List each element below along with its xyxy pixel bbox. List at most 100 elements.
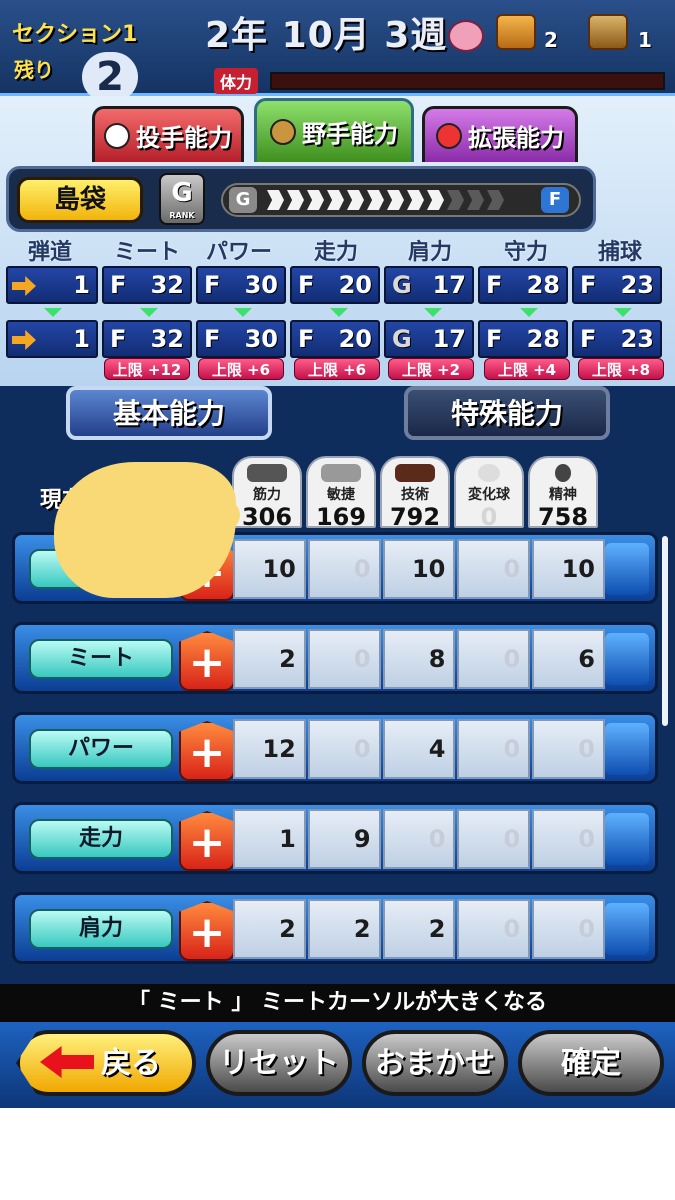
reset-button[interactable]: リセット [206, 1030, 352, 1096]
rank-chevron [407, 190, 424, 210]
redaction-mark [54, 462, 236, 598]
limit-badge: 上限 +6 [198, 358, 284, 380]
down-arrow-icon [234, 308, 252, 317]
date-display: 2年 10月 3週 [205, 15, 448, 56]
attribute-button[interactable]: 走力 [29, 819, 173, 859]
rank-chevron [267, 190, 284, 210]
tab-pitcher-ability[interactable]: 投手能力 [92, 106, 244, 162]
rank-chevron [287, 190, 304, 210]
rank-chevron [387, 190, 404, 210]
plus-button[interactable] [179, 901, 235, 961]
exp-points: 306 [241, 503, 293, 531]
stat-value: 32 [150, 271, 184, 299]
stat-header: 守力 [504, 240, 549, 265]
cost-cell: 10 [382, 539, 456, 599]
treasure-chest-gold-icon [496, 14, 536, 50]
cost-cells: 10 0 10 0 10 [233, 539, 605, 599]
stat-grade: F [298, 325, 315, 353]
cost-cell: 10 [233, 539, 306, 599]
tab-fielder-ability[interactable]: 野手能力 [254, 98, 414, 162]
cost-cell: 9 [307, 809, 381, 869]
cost-cell: 0 [532, 809, 605, 869]
stat-cell-trajectory: 1 [6, 320, 98, 358]
attribute-button[interactable]: ミート [29, 639, 173, 679]
stat-grade: F [110, 271, 127, 299]
tab-extended-ability[interactable]: 拡張能力 [422, 106, 578, 162]
confirm-button[interactable]: 確定 [518, 1030, 664, 1096]
cost-cells: 12 0 4 0 0 [233, 719, 605, 779]
attribute-row-meet: ミート 2 0 8 0 6 [12, 622, 658, 694]
remaining-label: 残り [14, 58, 54, 82]
stat-value: 30 [244, 271, 278, 299]
plus-button[interactable] [179, 721, 235, 781]
rank-chevron [427, 190, 444, 210]
section-label: セクション1 [12, 22, 138, 47]
stat-header: 走力 [314, 240, 359, 265]
stat-cell-catching: F 23 [572, 320, 662, 358]
down-arrow-icon [520, 308, 538, 317]
cost-cells: 1 9 0 0 0 [233, 809, 605, 869]
limit-badge: 上限 +12 [104, 358, 190, 380]
rank-letter: G [171, 178, 193, 208]
cost-cell: 0 [532, 899, 605, 959]
scrollbar[interactable] [662, 536, 668, 726]
exp-name: 敏捷 [327, 487, 355, 503]
stat-grade: F [486, 325, 503, 353]
auto-button[interactable]: おまかせ [362, 1030, 508, 1096]
stat-value: 30 [244, 325, 278, 353]
hint-text: 「 ミート 」 ミートカーソルが大きくなる [0, 984, 675, 1022]
cost-cell: 0 [457, 719, 531, 779]
rank-chevron [367, 190, 384, 210]
stat-value: 1 [73, 271, 90, 299]
stat-cell-speed: F 20 [290, 266, 380, 304]
attribute-row-power: パワー 12 0 4 0 0 [12, 712, 658, 784]
limit-badge: 上限 +2 [388, 358, 474, 380]
exp-name: 筋力 [253, 487, 281, 503]
rank-chevron [447, 190, 464, 210]
stat-cell-arm: G 17 [384, 320, 474, 358]
stat-cell-catching: F 23 [572, 266, 662, 304]
attribute-button[interactable]: 肩力 [29, 909, 173, 949]
attribute-row-speed: 走力 1 9 0 0 0 [12, 802, 658, 874]
stat-cell-fielding: F 28 [478, 266, 568, 304]
stat-value: 23 [620, 325, 654, 353]
cost-cells: 2 2 2 0 0 [233, 899, 605, 959]
face-icon [448, 20, 484, 52]
stat-value: 32 [150, 325, 184, 353]
chest-silver-count: 1 [638, 28, 652, 52]
exp-name: 精神 [549, 487, 577, 503]
cost-cell: 8 [382, 629, 456, 689]
bat-icon [395, 464, 435, 482]
exp-points: 792 [389, 503, 441, 531]
trajectory-arrow-icon [12, 330, 36, 350]
cost-cell: 0 [307, 719, 381, 779]
down-arrow-icon [424, 308, 442, 317]
plus-button[interactable] [179, 631, 235, 691]
stat-value: 20 [338, 271, 372, 299]
cost-cell: 10 [532, 539, 605, 599]
attribute-button[interactable]: パワー [29, 729, 173, 769]
basic-ability-button[interactable]: 基本能力 [66, 386, 272, 440]
stat-grade: G [392, 325, 412, 353]
tab-label: 投手能力 [136, 124, 232, 152]
down-arrow-icon [614, 308, 632, 317]
rank-track-start: G [229, 187, 257, 213]
limit-badge: 上限 +8 [578, 358, 664, 380]
projected-stats-row: 1 F 32 F 30 F 20 G 17 F 28 F 23 [6, 320, 670, 360]
special-ability-button[interactable]: 特殊能力 [404, 386, 610, 440]
rank-progress-track: G F [221, 183, 581, 217]
row-endcap [605, 543, 649, 595]
stat-value: 17 [432, 271, 466, 299]
stat-value: 28 [526, 271, 560, 299]
spirit-icon [555, 464, 571, 482]
current-stats-row: 1 F 32 F 30 F 20 G 17 F 28 F 23 [6, 266, 670, 306]
stat-header: 弾道 [28, 240, 73, 265]
stat-header: 肩力 [408, 240, 453, 265]
plus-button[interactable] [179, 811, 235, 871]
stat-value: 20 [338, 325, 372, 353]
stat-value: 23 [620, 271, 654, 299]
exp-points: 0 [480, 503, 498, 531]
stat-header: ミート [114, 240, 181, 265]
cost-cell: 0 [382, 809, 456, 869]
rank-sub-label: RANK [169, 211, 195, 220]
